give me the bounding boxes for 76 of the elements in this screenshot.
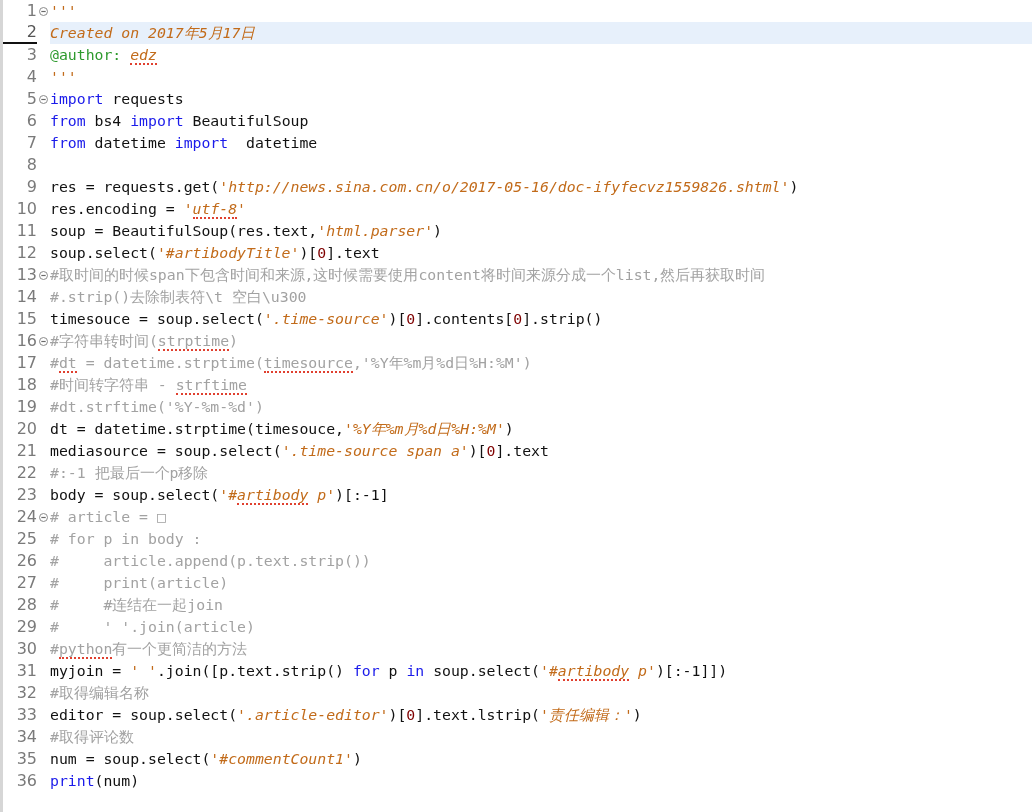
line-number: 13 [15,265,37,285]
line-number: 20 [15,419,37,439]
code-line: #取得编辑名称 [50,683,149,703]
line-number: 31 [15,661,37,681]
code-line: #python有一个更简洁的方法 [50,639,248,659]
code-line: res = requests.get('http://news.sina.com.cn/o/2017-05-16/doc-ifyfecvz1559826.shtml') [50,177,799,197]
code-line: dt = datetime.strptime(timesouce,'%Y年%m月%d日%H:%M') [50,419,514,439]
line-number: 27 [15,573,37,593]
code-line: ''' [50,1,77,21]
code-line: #取得评论数 [50,727,134,747]
code-line: soup = BeautifulSoup(res.text,'html.parser') [50,221,442,241]
line-number: 9 [25,177,37,197]
line-number: 17 [15,353,37,373]
code-line: num = soup.select('#commentCount1') [50,749,362,769]
line-number: 8 [25,155,37,175]
fold-icon[interactable] [39,336,48,346]
code-line: #.strip()去除制表符\t 空白\u300 [50,287,307,307]
code-line: soup.select('#artibodyTitle')[0].text [50,243,380,263]
code-line: #dt.strftime('%Y-%m-%d') [50,397,264,417]
line-number: 32 [15,683,37,703]
line-number: 16 [15,331,37,351]
code-line: #dt = datetime.strptime(timesource,'%Y年%m月%d日%H:%M') [50,353,532,373]
code-line: ''' [50,67,77,87]
line-number: 33 [15,705,37,725]
line-number: 4 [25,67,37,87]
line-number: 10 [15,199,37,219]
code-line: # print(article) [50,573,229,593]
code-line: myjoin = ' '.join([p.text.strip() for p in soup.select('#artibody p')[:-1]]) [50,661,728,681]
code-line: body = soup.select('#artibody p')[:-1] [50,485,389,505]
line-number: 12 [15,243,37,263]
code-line: #字符串转时间(strptime) [50,331,239,351]
line-number: 36 [15,771,37,791]
fold-icon[interactable] [39,512,48,522]
line-number: 30 [15,639,37,659]
line-number: 7 [25,133,37,153]
line-number: 15 [15,309,37,329]
code-line: res.encoding = 'utf-8' [50,199,247,219]
line-number: 23 [15,485,37,505]
code-line: Created on 2017年5月17日 [50,23,256,43]
line-number: 18 [15,375,37,395]
line-number: 14 [15,287,37,307]
code-line: # article = □ [50,507,166,527]
code-line: print(num) [50,771,140,791]
code-line: # for p in body : [50,529,202,549]
code-line: # ' '.join(article) [50,617,255,637]
fold-icon[interactable] [39,6,48,16]
line-number: 25 [15,529,37,549]
code-line: import requests [50,89,184,109]
code-line: timesouce = soup.select('.time-source')[0].contents[0].strip() [50,309,603,329]
line-number: 5 [25,89,37,109]
line-number: 11 [15,221,37,241]
code-line: # article.append(p.text.strip()) [50,551,371,571]
code-line: editor = soup.select('.article-editor')[0].text.lstrip('责任编辑：') [50,705,642,725]
line-number: 6 [25,111,37,131]
line-number: 22 [15,463,37,483]
code-line: #取时间的时候span下包含时间和来源,这时候需要使用content将时间来源分成一个list,然后再获取时间 [50,265,766,285]
line-number: 21 [15,441,37,461]
line-number: 35 [15,749,37,769]
code-line: mediasource = soup.select('.time-source span a')[0].text [50,441,549,461]
line-number: 26 [15,551,37,571]
fold-icon[interactable] [39,270,48,280]
code-line: from bs4 import BeautifulSoup [50,111,309,131]
line-number: 19 [15,397,37,417]
line-number: 29 [15,617,37,637]
line-number: 34 [15,727,37,747]
line-number: 28 [15,595,37,615]
line-number: 3 [25,45,37,65]
code-line: @author: edz [50,45,157,65]
line-number: 24 [15,507,37,527]
code-line: # #连结在一起join [50,595,223,615]
line-number: 2 [3,22,37,44]
code-line: #:-1 把最后一个p移除 [50,463,209,483]
code-line: #时间转字符串 - strftime [50,375,247,395]
line-number: 1 [25,1,37,21]
code-line: from datetime import datetime [50,133,318,153]
fold-icon[interactable] [39,94,48,104]
